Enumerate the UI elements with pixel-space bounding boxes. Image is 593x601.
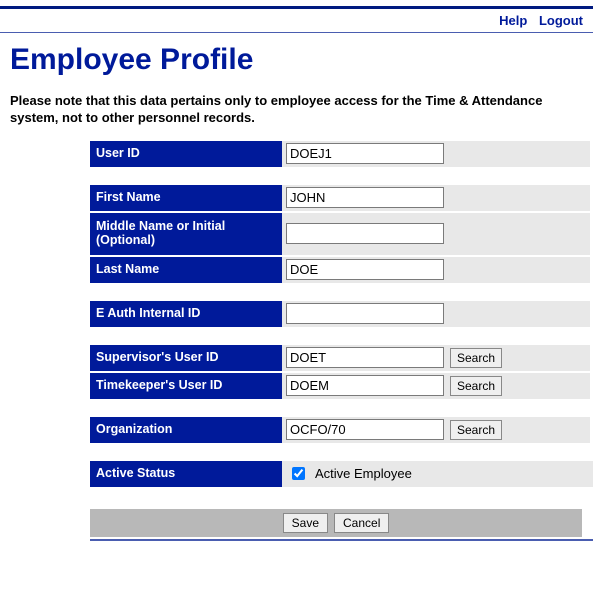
active-employee-label: Active Employee — [315, 466, 412, 481]
organization-search-button[interactable]: Search — [450, 420, 502, 440]
supervisor-search-button[interactable]: Search — [450, 348, 502, 368]
access-note: Please note that this data pertains only… — [10, 93, 583, 127]
label-eauth-id: E Auth Internal ID — [90, 301, 282, 327]
eauth-id-input[interactable] — [286, 303, 444, 324]
help-link[interactable]: Help — [499, 13, 527, 28]
label-middle-name: Middle Name or Initial (Optional) — [90, 213, 282, 255]
save-button[interactable]: Save — [283, 513, 328, 533]
bottom-divider — [90, 539, 593, 541]
label-active-status: Active Status — [90, 461, 282, 487]
middle-name-input[interactable] — [286, 223, 444, 244]
last-name-input[interactable] — [286, 259, 444, 280]
timekeeper-id-input[interactable] — [286, 375, 444, 396]
organization-input[interactable] — [286, 419, 444, 440]
label-first-name: First Name — [90, 185, 282, 211]
cancel-button[interactable]: Cancel — [334, 513, 389, 533]
logout-link[interactable]: Logout — [539, 13, 583, 28]
user-id-input[interactable] — [286, 143, 444, 164]
label-supervisor-id: Supervisor's User ID — [90, 345, 282, 371]
timekeeper-search-button[interactable]: Search — [450, 376, 502, 396]
label-user-id: User ID — [90, 141, 282, 167]
first-name-input[interactable] — [286, 187, 444, 208]
supervisor-id-input[interactable] — [286, 347, 444, 368]
top-nav: Help Logout — [0, 9, 593, 32]
top-divider-thin — [0, 32, 593, 33]
label-last-name: Last Name — [90, 257, 282, 283]
label-organization: Organization — [90, 417, 282, 443]
button-bar: Save Cancel — [90, 509, 582, 537]
active-employee-checkbox[interactable] — [292, 467, 305, 480]
label-timekeeper-id: Timekeeper's User ID — [90, 373, 282, 399]
page-title: Employee Profile — [10, 43, 593, 77]
profile-form: User ID First Name Middle Name or Initia… — [90, 141, 593, 541]
